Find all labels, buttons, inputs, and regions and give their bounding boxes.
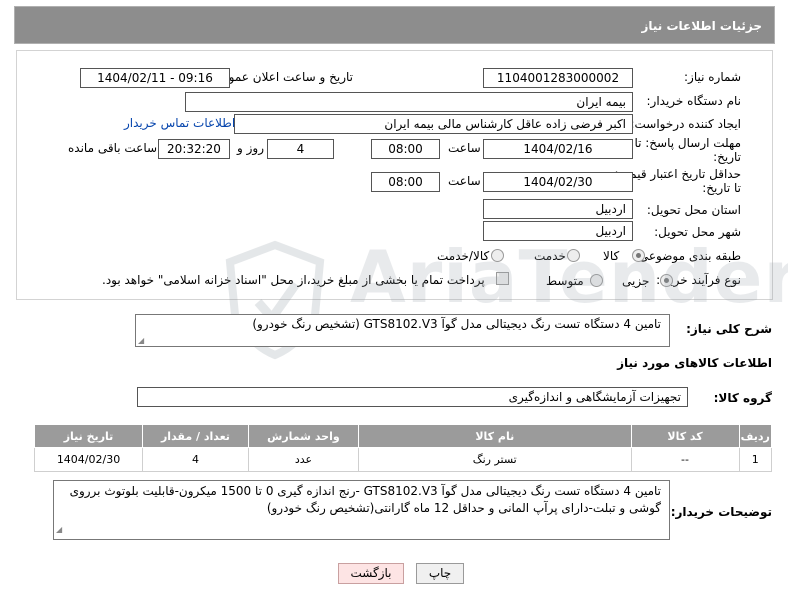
deadline-time-field: 08:00 [371, 139, 440, 159]
cell-row-number: 1 [738, 447, 773, 472]
price-validity-time-label: ساعت [448, 174, 481, 188]
city-label: شهر محل تحویل: [654, 225, 741, 239]
process-partial-radio[interactable] [660, 274, 673, 287]
page-title: جزئیات اطلاعات نیاز [641, 19, 762, 33]
col-row-number: ردیف [738, 424, 773, 448]
treasury-payment-checkbox[interactable] [496, 272, 509, 285]
buyer-org-label: نام دستگاه خریدار: [646, 94, 742, 108]
table-row: 1 -- تستر رنگ عدد 4 1404/02/30 [33, 447, 773, 472]
need-description-textarea[interactable]: تامین 4 دستگاه تست رنگ دیجیتالی مدل گوآ … [135, 314, 670, 347]
page-header: جزئیات اطلاعات نیاز [14, 6, 775, 44]
process-medium-radio[interactable] [590, 274, 603, 287]
buyer-notes-textarea[interactable]: تامین 4 دستگاه تست رنگ دیجیتالی مدل گوآ … [53, 480, 670, 540]
price-validity-date-field: 1404/02/30 [483, 172, 633, 192]
cell-need-date: 1404/02/30 [33, 447, 144, 472]
announce-field: 1404/02/11 - 09:16 [80, 68, 230, 88]
deadline-label-line2: تاریخ: [713, 150, 741, 164]
price-validity-label-line2: تا تاریخ: [702, 181, 741, 195]
col-need-date: تاریخ نیاز [33, 424, 144, 448]
price-validity-time-field: 08:00 [371, 172, 440, 192]
need-number-field: 1104001283000002 [483, 68, 633, 88]
process-medium-label: متوسط [546, 274, 584, 288]
resize-handle-icon[interactable]: ◢ [138, 336, 144, 345]
col-quantity: تعداد / مقدار [142, 424, 249, 448]
cell-unit: عدد [247, 447, 359, 472]
back-button[interactable]: بازگشت [338, 563, 404, 584]
category-service-radio[interactable] [567, 249, 580, 262]
treasury-payment-note: پرداخت تمام یا بخشی از مبلغ خرید،از محل … [102, 273, 485, 287]
category-service-label: خدمت [534, 249, 566, 263]
city-field: اردبیل [483, 221, 633, 241]
remaining-time-label: ساعت باقی مانده [68, 141, 158, 155]
cell-goods-name: تستر رنگ [357, 447, 632, 472]
buyer-contact-link[interactable]: اطلاعات تماس خریدار [124, 116, 235, 130]
deadline-label-line1: مهلت ارسال پاسخ: تا [634, 136, 741, 150]
creator-label: ایجاد کننده درخواست: [630, 117, 741, 131]
category-goods-label: کالا [603, 249, 620, 263]
category-goods-radio[interactable] [632, 249, 645, 262]
cell-quantity: 4 [142, 447, 249, 472]
creator-field: اکبر فرضی زاده عاقل کارشناس مالی بیمه ای… [234, 114, 633, 134]
need-description-text: تامین 4 دستگاه تست رنگ دیجیتالی مدل گوآ … [252, 317, 661, 331]
table-header-row: ردیف کد کالا نام کالا واحد شمارش تعداد /… [33, 424, 773, 448]
deadline-date-field: 1404/02/16 [483, 139, 633, 159]
resize-handle-icon[interactable]: ◢ [56, 521, 62, 538]
remaining-time-field: 20:32:20 [158, 139, 230, 159]
cell-goods-code: -- [630, 447, 740, 472]
deadline-time-label: ساعت [448, 141, 481, 155]
category-both-radio[interactable] [491, 249, 504, 262]
col-goods-code: کد کالا [630, 424, 740, 448]
buyer-notes-label: توضیحات خریدار: [670, 505, 772, 519]
col-goods-name: نام کالا [357, 424, 632, 448]
process-partial-label: جزیی [622, 274, 650, 288]
goods-group-field: تجهیزات آزمایشگاهی و اندازه‌گیری [137, 387, 688, 407]
goods-info-title: اطلاعات کالاهای مورد نیاز [617, 356, 772, 370]
buyer-notes-text: تامین 4 دستگاه تست رنگ دیجیتالی مدل گوآ … [69, 484, 661, 515]
province-field: اردبیل [483, 199, 633, 219]
goods-group-label: گروه کالا: [713, 391, 772, 405]
need-number-label: شماره نیاز: [684, 70, 741, 84]
buyer-org-field: بیمه ایران [185, 92, 633, 112]
category-both-label: کالا/خدمت [437, 249, 490, 263]
goods-table: ردیف کد کالا نام کالا واحد شمارش تعداد /… [33, 424, 773, 472]
days-remaining-field: 4 [267, 139, 334, 159]
price-validity-label-line1: حداقل تاریخ اعتبار قیمت: [614, 167, 741, 181]
print-button[interactable]: چاپ [416, 563, 464, 584]
need-description-label: شرح کلی نیاز: [686, 322, 772, 336]
category-label: طبقه بندی موضوعی: [634, 249, 741, 263]
col-unit: واحد شمارش [247, 424, 359, 448]
days-label: روز و [237, 141, 264, 155]
province-label: استان محل تحویل: [646, 203, 741, 217]
